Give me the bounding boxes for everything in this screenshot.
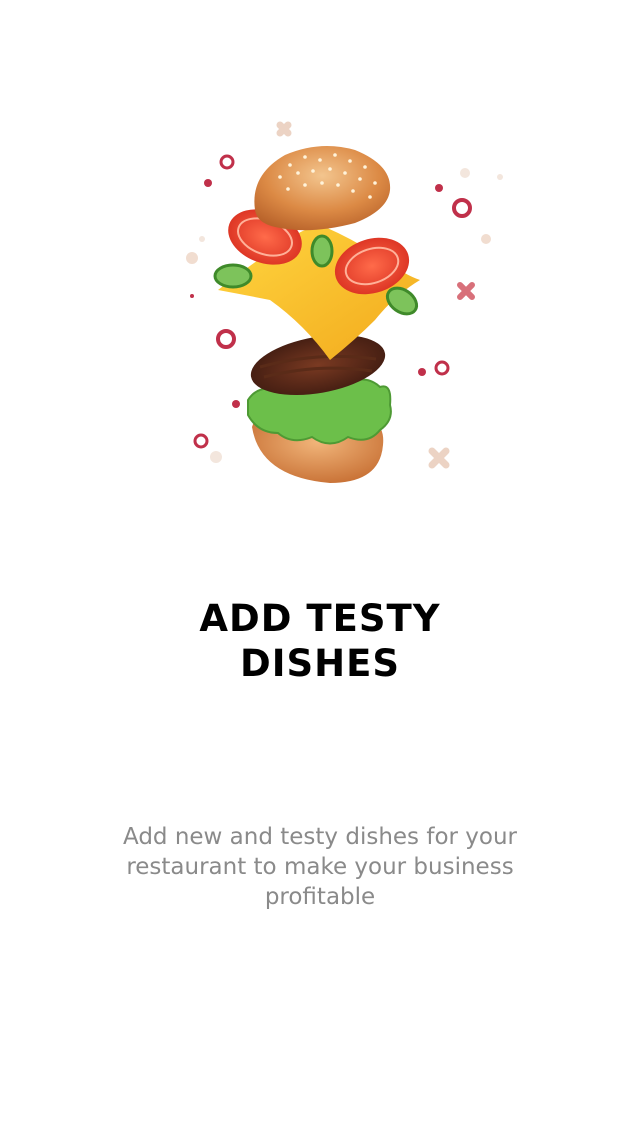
page-title: ADD TESTY DISHES: [0, 596, 640, 686]
burger-icon: [186, 121, 503, 483]
cucumber-icon: [310, 234, 334, 268]
cucumber-icon: [213, 263, 253, 289]
description-text: Add new and testy dishes for your restau…: [122, 824, 517, 910]
title-line-1: ADD TESTY: [199, 597, 441, 640]
top-bun-icon: [254, 146, 391, 231]
title-line-2: DISHES: [239, 642, 401, 685]
burger-illustration: [180, 115, 510, 495]
